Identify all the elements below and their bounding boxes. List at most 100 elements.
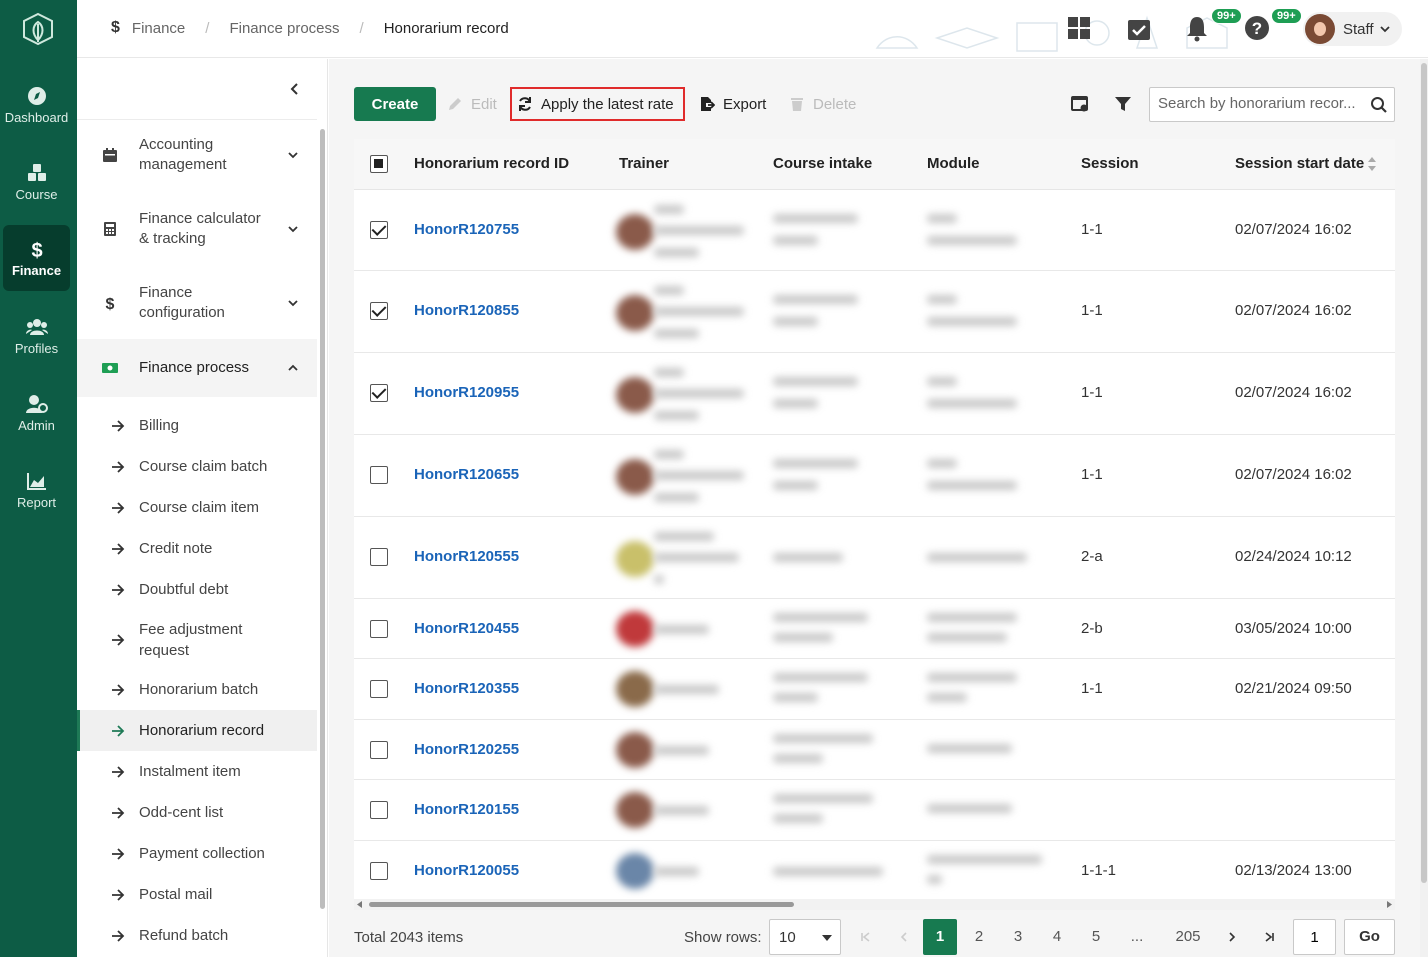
export-button[interactable]: Export bbox=[699, 87, 766, 121]
row-checkbox[interactable] bbox=[370, 801, 388, 819]
page-4[interactable]: 4 bbox=[1040, 919, 1074, 955]
col-header-course-intake[interactable]: Course intake bbox=[773, 155, 872, 172]
sidebar-group-finance-process[interactable]: Finance process bbox=[77, 339, 317, 397]
row-checkbox[interactable] bbox=[370, 548, 388, 566]
sidebar-item-honorarium-batch[interactable]: Honorarium batch bbox=[77, 669, 317, 710]
record-id-link[interactable]: HonorR120855 bbox=[414, 302, 519, 319]
create-button[interactable]: Create bbox=[354, 87, 436, 121]
row-checkbox[interactable] bbox=[370, 221, 388, 239]
sidebar-item-odd-cent-list[interactable]: Odd-cent list bbox=[77, 792, 317, 833]
sidebar-item-credit-note[interactable]: Credit note bbox=[77, 528, 317, 569]
sidebar-item-payment-collection[interactable]: Payment collection bbox=[77, 833, 317, 874]
rail-item-profiles[interactable]: Profiles bbox=[3, 303, 70, 369]
sidebar-item-course-claim-item[interactable]: Course claim item bbox=[77, 487, 317, 528]
record-id-link[interactable]: HonorR120355 bbox=[414, 680, 519, 697]
rail-item-admin[interactable]: Admin bbox=[3, 380, 70, 446]
rail-item-course[interactable]: Course bbox=[3, 149, 70, 215]
record-id-link[interactable]: HonorR120955 bbox=[414, 384, 519, 401]
row-checkbox[interactable] bbox=[370, 620, 388, 638]
row-checkbox[interactable] bbox=[370, 384, 388, 402]
sidebar-item-postal-mail[interactable]: Postal mail bbox=[77, 874, 317, 915]
sidebar-item-honorarium-record[interactable]: Honorarium record bbox=[77, 710, 317, 751]
edit-button[interactable]: Edit bbox=[447, 87, 497, 121]
page-last-number[interactable]: 205 bbox=[1166, 919, 1210, 955]
col-header-trainer[interactable]: Trainer bbox=[619, 155, 669, 172]
app-logo-icon[interactable] bbox=[22, 12, 54, 46]
page-ellipsis[interactable]: ... bbox=[1120, 919, 1154, 955]
sort-icon[interactable] bbox=[1367, 156, 1377, 172]
scroll-right-icon[interactable] bbox=[1386, 901, 1392, 908]
task-calendar-icon[interactable] bbox=[1125, 14, 1153, 42]
record-id-link[interactable]: HonorR120655 bbox=[414, 466, 519, 483]
table-horizontal-scrollbar[interactable] bbox=[354, 899, 1395, 910]
table-row[interactable]: HonorR120355 1-1 02/21/2024 09:50 bbox=[354, 659, 1395, 720]
delete-button[interactable]: Delete bbox=[789, 87, 856, 121]
sidebar-item-instalment-item[interactable]: Instalment item bbox=[77, 751, 317, 792]
record-id-link[interactable]: HonorR120155 bbox=[414, 801, 519, 818]
page-5[interactable]: 5 bbox=[1079, 919, 1113, 955]
apply-latest-rate-button[interactable]: Apply the latest rate bbox=[510, 87, 685, 121]
user-menu[interactable]: Staff bbox=[1303, 12, 1402, 46]
prev-page-icon[interactable] bbox=[887, 919, 921, 955]
last-page-icon[interactable] bbox=[1253, 919, 1287, 955]
bell-icon[interactable] bbox=[1183, 14, 1211, 42]
filter-icon[interactable] bbox=[1114, 95, 1132, 113]
sidebar-group-calculator[interactable]: Finance calculator & tracking bbox=[77, 193, 317, 265]
page-3[interactable]: 3 bbox=[1001, 919, 1035, 955]
sidebar-group-accounting[interactable]: Accounting management bbox=[77, 119, 317, 191]
help-icon[interactable]: ? bbox=[1243, 14, 1271, 42]
search-icon[interactable] bbox=[1370, 96, 1388, 114]
col-header-module[interactable]: Module bbox=[927, 155, 980, 172]
table-row[interactable]: HonorR120455 2-b 03/05/2024 10:00 bbox=[354, 599, 1395, 659]
table-row[interactable]: HonorR120155 bbox=[354, 780, 1395, 841]
row-checkbox[interactable] bbox=[370, 680, 388, 698]
go-button[interactable]: Go bbox=[1344, 919, 1395, 955]
sidebar-group-configuration[interactable]: $ Finance configuration bbox=[77, 267, 317, 339]
row-checkbox[interactable] bbox=[370, 741, 388, 759]
rail-item-dashboard[interactable]: Dashboard bbox=[3, 72, 70, 138]
table-row[interactable]: HonorR120055 1-1-1 02/13/2024 13:00 bbox=[354, 841, 1395, 899]
col-header-session[interactable]: Session bbox=[1081, 155, 1139, 172]
rows-per-page-select[interactable]: 10 bbox=[769, 919, 841, 955]
delete-label: Delete bbox=[813, 95, 857, 113]
row-checkbox[interactable] bbox=[370, 302, 388, 320]
table-row[interactable]: HonorR120955 1-1 02/07/2024 16:02 bbox=[354, 353, 1395, 435]
sidebar-item-doubtful-debt[interactable]: Doubtful debt bbox=[77, 569, 317, 610]
rail-item-report[interactable]: Report bbox=[3, 457, 70, 523]
record-id-link[interactable]: HonorR120055 bbox=[414, 862, 519, 879]
goto-page-input[interactable] bbox=[1293, 919, 1336, 955]
table-row[interactable]: HonorR120855 1-1 02/07/2024 16:02 bbox=[354, 271, 1395, 353]
scroll-left-icon[interactable] bbox=[357, 901, 363, 908]
breadcrumb-item-finance[interactable]: Finance bbox=[132, 20, 185, 37]
search-input[interactable] bbox=[1158, 95, 1360, 112]
record-id-link[interactable]: HonorR120755 bbox=[414, 221, 519, 238]
table-row[interactable]: HonorR120655 1-1 02/07/2024 16:02 bbox=[354, 435, 1395, 517]
first-page-icon[interactable] bbox=[848, 919, 882, 955]
table-row[interactable]: HonorR120555 2-a 02/24/2024 10:12 bbox=[354, 517, 1395, 599]
page-scrollbar[interactable] bbox=[1420, 59, 1428, 957]
rail-item-finance[interactable]: $ Finance bbox=[3, 225, 70, 291]
col-header-id[interactable]: Honorarium record ID bbox=[414, 155, 569, 172]
col-header-start-date[interactable]: Session start date bbox=[1235, 155, 1364, 172]
sidebar-item-refund-batch[interactable]: Refund batch bbox=[77, 915, 317, 956]
page-2[interactable]: 2 bbox=[962, 919, 996, 955]
sidebar-item-fee-adjustment[interactable]: Fee adjustment request bbox=[77, 612, 317, 668]
sidebar-item-course-claim-batch[interactable]: Course claim batch bbox=[77, 446, 317, 487]
row-checkbox[interactable] bbox=[370, 862, 388, 880]
next-page-icon[interactable] bbox=[1215, 919, 1249, 955]
row-checkbox[interactable] bbox=[370, 466, 388, 484]
select-all-checkbox[interactable] bbox=[370, 155, 388, 173]
table-row[interactable]: HonorR120755 1-1 02/07/2024 16:02 bbox=[354, 190, 1395, 271]
collapse-sidebar-icon[interactable] bbox=[287, 81, 303, 97]
record-id-link[interactable]: HonorR120455 bbox=[414, 620, 519, 637]
page-1[interactable]: 1 bbox=[923, 919, 957, 955]
sidebar-scrollbar[interactable] bbox=[318, 117, 327, 957]
table-row[interactable]: HonorR120255 bbox=[354, 720, 1395, 780]
column-settings-icon[interactable] bbox=[1071, 95, 1089, 113]
record-id-link[interactable]: HonorR120255 bbox=[414, 741, 519, 758]
record-id-link[interactable]: HonorR120555 bbox=[414, 548, 519, 565]
breadcrumb-item-finance-process[interactable]: Finance process bbox=[229, 20, 339, 37]
apps-grid-icon[interactable] bbox=[1065, 14, 1093, 42]
sidebar-item-billing[interactable]: Billing bbox=[77, 405, 317, 446]
redacted-text bbox=[927, 633, 1007, 642]
